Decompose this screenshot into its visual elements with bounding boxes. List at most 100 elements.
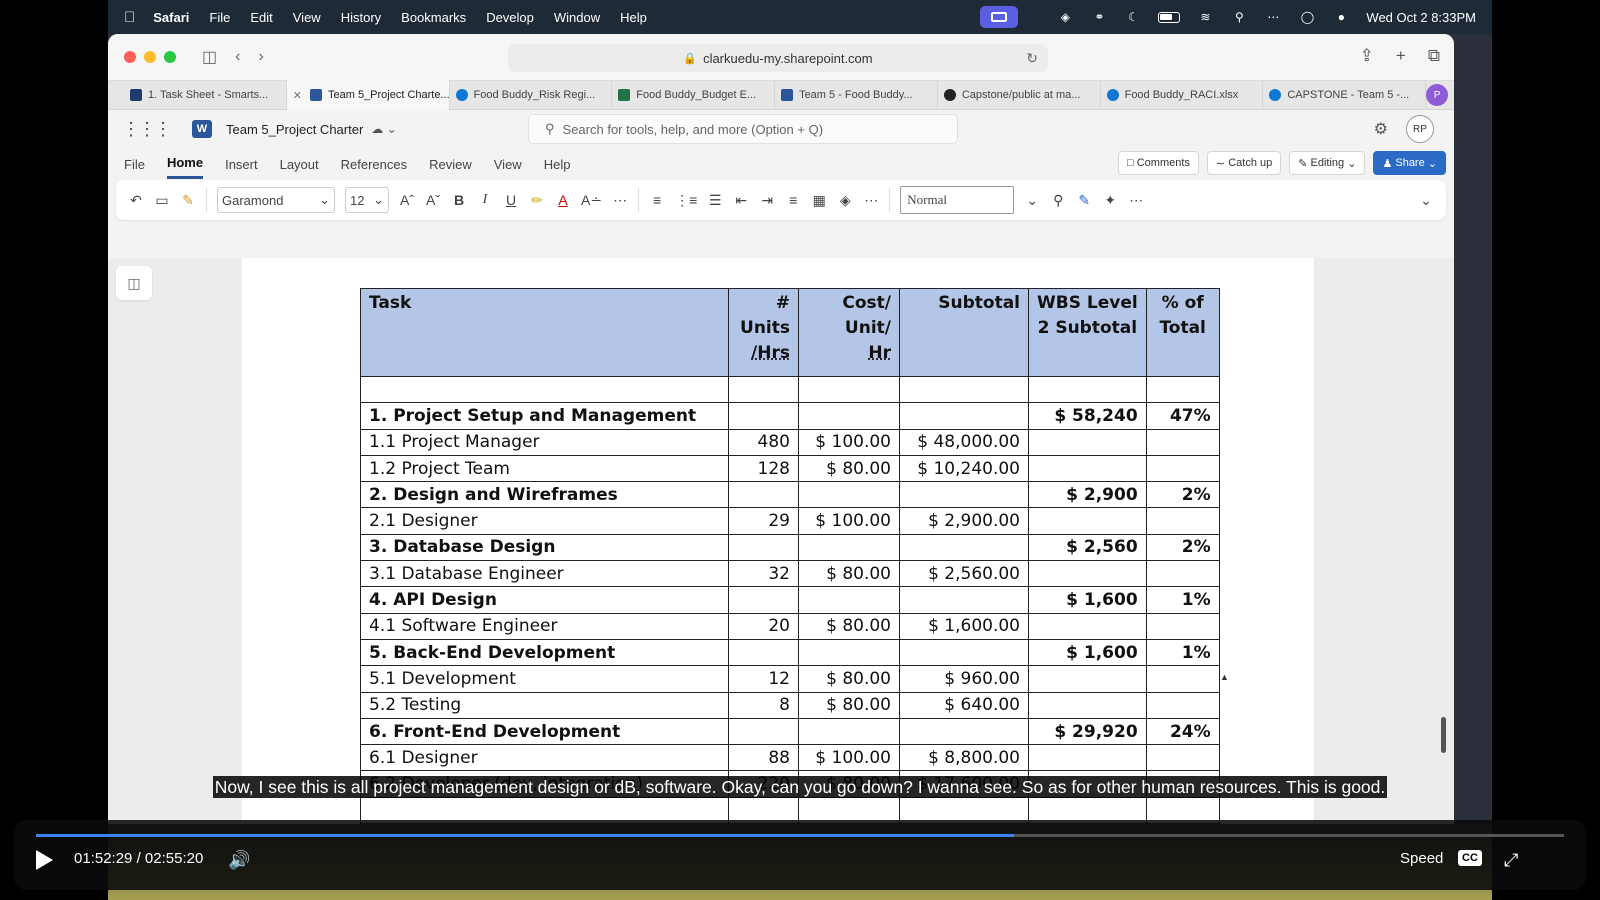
menu-view[interactable]: View xyxy=(293,10,321,25)
checklist-icon[interactable]: ☰ xyxy=(707,192,723,209)
volume-icon[interactable]: 🔊 xyxy=(228,850,250,871)
cell-units[interactable]: 480 xyxy=(728,428,799,456)
style-select[interactable]: Normal xyxy=(900,186,1015,214)
user-avatar[interactable]: RP xyxy=(1406,115,1434,143)
cell-task[interactable]: 1. Project Setup and Management xyxy=(360,402,729,430)
menubar-clock[interactable]: Wed Oct 2 8:33PM xyxy=(1366,10,1476,25)
back-icon[interactable]: ‹ xyxy=(235,48,240,66)
wifi-icon[interactable]: ≋ xyxy=(1196,10,1214,24)
cell-units[interactable] xyxy=(728,402,799,430)
cell-cost[interactable]: $ 100.00 xyxy=(798,744,900,772)
cell-task[interactable]: 5.1 Development xyxy=(360,665,729,693)
cell-subtotal[interactable]: $ 2,560.00 xyxy=(899,560,1029,588)
cell-pct[interactable]: 1% xyxy=(1145,586,1220,614)
cell-subtotal[interactable] xyxy=(899,481,1029,509)
expand-ribbon-icon[interactable]: ⌄ xyxy=(1418,192,1434,209)
cell-units[interactable] xyxy=(728,533,799,562)
font-size-select[interactable]: 12 ⌄ xyxy=(345,187,389,213)
document-scrollbar[interactable] xyxy=(1441,717,1446,753)
more-options-icon[interactable]: ⋯ xyxy=(1128,192,1144,209)
cell-units[interactable]: 32 xyxy=(728,560,799,588)
screen-share-icon[interactable] xyxy=(980,6,1019,28)
tab-insert[interactable]: Insert xyxy=(225,151,258,178)
cell-wbs[interactable]: $ 29,920 xyxy=(1028,717,1147,746)
cell-cost[interactable] xyxy=(798,638,900,667)
cell-wbs[interactable]: $ 2,560 xyxy=(1028,533,1147,562)
gear-icon[interactable]: ⚙ xyxy=(1374,119,1388,139)
cell-wbs[interactable]: $ 1,600 xyxy=(1028,586,1147,614)
designer-icon[interactable]: ✦ xyxy=(1102,192,1118,209)
cell-cost[interactable]: $ 80.00 xyxy=(798,665,900,693)
cell-wbs[interactable] xyxy=(1028,744,1147,772)
video-progress-bar[interactable] xyxy=(36,834,1564,837)
document-page[interactable]: Task # Units/Hrs Cost/Unit/Hr Subtotal WB… xyxy=(242,258,1314,824)
cell-subtotal[interactable]: $ 8,800.00 xyxy=(899,744,1029,772)
apple-icon[interactable]:  xyxy=(124,9,135,26)
cell-wbs[interactable] xyxy=(1028,560,1147,588)
tab-references[interactable]: References xyxy=(341,151,407,178)
tab-review[interactable]: Review xyxy=(429,151,472,178)
browser-tab[interactable]: Food Buddy_RACI.xlsx xyxy=(1101,80,1264,110)
cell-units[interactable]: 20 xyxy=(728,612,799,640)
forward-icon[interactable]: › xyxy=(258,48,263,66)
zoom-window-button[interactable] xyxy=(164,51,176,63)
cell-cost[interactable] xyxy=(798,375,900,404)
cell-units[interactable]: 29 xyxy=(728,507,799,535)
font-family-select[interactable]: Garamond ⌄ xyxy=(217,187,335,213)
cell-units[interactable]: 8 xyxy=(728,691,799,719)
headphones-icon[interactable]: ⚭ xyxy=(1090,10,1108,24)
reload-icon[interactable]: ↻ xyxy=(1026,50,1038,67)
cell-wbs[interactable]: $ 58,240 xyxy=(1028,402,1147,430)
menu-file[interactable]: File xyxy=(209,10,230,25)
app-launcher-icon[interactable]: ⋮⋮⋮ xyxy=(122,119,172,140)
cell-cost[interactable] xyxy=(798,717,900,746)
network-icon[interactable]: ◈ xyxy=(1056,10,1074,24)
cell-pct[interactable]: 24% xyxy=(1145,717,1220,746)
catch-up-button[interactable]: ∼ Catch up xyxy=(1206,151,1282,175)
cell-pct[interactable] xyxy=(1145,665,1220,693)
share-page-icon[interactable]: ⇪ xyxy=(1360,46,1374,66)
exit-fullscreen-icon[interactable]: ⤢ xyxy=(1504,850,1518,871)
cell-pct[interactable]: 2% xyxy=(1145,481,1220,509)
decrease-indent-icon[interactable]: ⇤ xyxy=(733,192,749,209)
battery-icon[interactable] xyxy=(1158,11,1181,23)
menu-app-name[interactable]: Safari xyxy=(153,10,189,25)
browser-tab[interactable]: CAPSTONE - Team 5 -... xyxy=(1263,80,1427,110)
cell-units[interactable] xyxy=(728,638,799,667)
speed-button[interactable]: Speed xyxy=(1400,850,1443,867)
tab-overview-icon[interactable]: ⧉ xyxy=(1428,46,1440,66)
word-logo-icon[interactable]: W xyxy=(192,120,212,138)
format-painter-icon[interactable]: ✎ xyxy=(180,192,196,209)
play-button[interactable] xyxy=(36,850,53,870)
cell-units[interactable]: 12 xyxy=(728,665,799,693)
cell-units[interactable]: 88 xyxy=(728,744,799,772)
font-color-icon[interactable]: A xyxy=(555,192,571,208)
control-center-icon[interactable]: ⋯ xyxy=(1264,10,1282,24)
bullets-icon[interactable]: ≡ xyxy=(649,192,665,208)
numbering-icon[interactable]: ⋮≡ xyxy=(675,192,697,209)
increase-indent-icon[interactable]: ⇥ xyxy=(759,192,775,209)
cell-units[interactable] xyxy=(728,375,799,404)
cell-subtotal[interactable]: $ 960.00 xyxy=(899,665,1029,693)
tab-file[interactable]: File xyxy=(124,151,145,178)
cell-pct[interactable] xyxy=(1145,375,1220,404)
browser-tab[interactable]: 1. Task Sheet - Smarts... xyxy=(124,80,287,110)
menu-bookmarks[interactable]: Bookmarks xyxy=(401,10,466,25)
menu-window[interactable]: Window xyxy=(554,10,600,25)
chevron-down-icon[interactable]: ⌄ xyxy=(1024,192,1040,209)
cell-task[interactable]: 4. API Design xyxy=(360,586,729,614)
shading-icon[interactable]: ◈ xyxy=(837,192,853,209)
comments-button[interactable]: □ Comments xyxy=(1118,151,1199,175)
browser-tab[interactable]: Capstone/public at ma... xyxy=(938,80,1101,110)
cell-subtotal[interactable]: $ 10,240.00 xyxy=(899,454,1029,483)
tab-layout[interactable]: Layout xyxy=(280,151,319,178)
cell-cost[interactable]: $ 80.00 xyxy=(798,691,900,719)
address-bar[interactable]: 🔒 clarkuedu-my.sharepoint.com ↻ xyxy=(508,44,1048,72)
cell-task[interactable]: 2. Design and Wireframes xyxy=(360,481,729,509)
cell-wbs[interactable] xyxy=(1028,691,1147,719)
browser-tab[interactable]: Food Buddy_Risk Regi... xyxy=(450,80,613,110)
cell-subtotal[interactable] xyxy=(899,638,1029,667)
cell-pct[interactable] xyxy=(1145,691,1220,719)
cell-pct[interactable] xyxy=(1145,560,1220,588)
tab-help[interactable]: Help xyxy=(544,151,571,178)
